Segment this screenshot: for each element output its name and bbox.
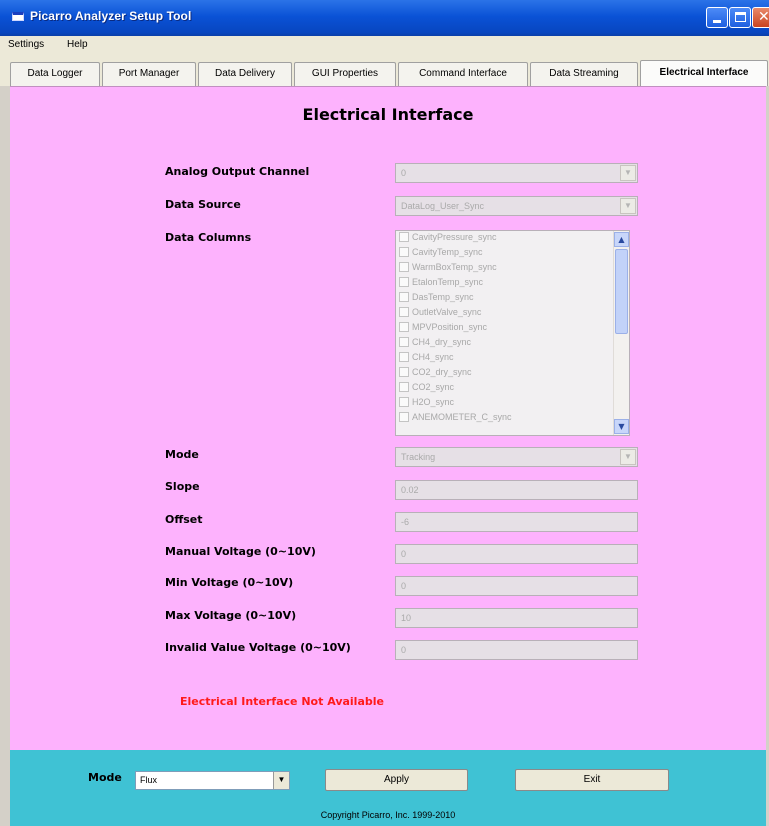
tab-command-interface[interactable]: Command Interface (398, 62, 528, 86)
list-item[interactable]: EtalonTemp_sync (399, 277, 483, 291)
chevron-up-icon: ▲ (618, 235, 625, 244)
not-available-warning: Electrical Interface Not Available (180, 695, 384, 708)
checkbox[interactable] (399, 277, 409, 287)
electrical-interface-panel: Electrical Interface Analog Output Chann… (10, 86, 766, 750)
invalid-voltage-label: Invalid Value Voltage (0~10V) (165, 641, 351, 654)
offset-field[interactable]: -6 (395, 512, 638, 532)
list-item[interactable]: ANEMOMETER_C_sync (399, 412, 512, 426)
data-source-value: DataLog_User_Sync (401, 201, 485, 211)
menu-help[interactable]: Help (67, 39, 88, 50)
offset-label: Offset (165, 513, 203, 526)
close-icon: ✕ (758, 9, 769, 25)
manual-voltage-field[interactable]: 0 (395, 544, 638, 564)
maximize-button[interactable] (729, 7, 751, 28)
tab-data-logger[interactable]: Data Logger (10, 62, 100, 86)
scrollbar[interactable]: ▲ ▼ (613, 231, 629, 435)
checkbox[interactable] (399, 367, 409, 377)
close-button[interactable]: ✕ (752, 7, 769, 28)
menu-settings[interactable]: Settings (8, 39, 44, 50)
invalid-voltage-field[interactable]: 0 (395, 640, 638, 660)
scroll-up-button[interactable]: ▲ (614, 232, 629, 247)
scroll-thumb[interactable] (615, 249, 628, 334)
tab-port-manager[interactable]: Port Manager (102, 62, 196, 86)
analog-output-channel-value: 0 (401, 168, 407, 178)
list-item[interactable]: CH4_sync (399, 352, 454, 366)
window-title: Picarro Analyzer Setup Tool (30, 9, 192, 23)
minimize-button[interactable] (706, 7, 728, 28)
chevron-down-icon: ▼ (620, 449, 636, 465)
list-item[interactable]: WarmBoxTemp_sync (399, 262, 497, 276)
maximize-icon (735, 12, 746, 22)
exit-button[interactable]: Exit (515, 769, 669, 791)
chevron-down-icon: ▼ (273, 772, 289, 789)
checkbox[interactable] (399, 412, 409, 422)
data-columns-list[interactable]: CavityPressure_sync CavityTemp_sync Warm… (395, 230, 630, 436)
checkbox[interactable] (399, 337, 409, 347)
list-item[interactable]: MPVPosition_sync (399, 322, 487, 336)
mode-select[interactable]: Tracking ▼ (395, 447, 638, 467)
list-item[interactable]: CavityTemp_sync (399, 247, 483, 261)
mode-dropdown[interactable]: Flux ▼ (135, 771, 290, 790)
list-item[interactable]: DasTemp_sync (399, 292, 474, 306)
title-bar[interactable]: Picarro Analyzer Setup Tool ✕ (0, 0, 769, 36)
tab-gui-properties[interactable]: GUI Properties (294, 62, 396, 86)
checkbox[interactable] (399, 232, 409, 242)
checkbox[interactable] (399, 292, 409, 302)
tab-data-streaming[interactable]: Data Streaming (530, 62, 638, 86)
tab-electrical-interface[interactable]: Electrical Interface (640, 60, 768, 86)
data-source-select[interactable]: DataLog_User_Sync ▼ (395, 196, 638, 216)
mode-label: Mode (165, 448, 199, 461)
apply-button[interactable]: Apply (325, 769, 468, 791)
list-item[interactable]: CH4_dry_sync (399, 337, 471, 351)
checkbox[interactable] (399, 352, 409, 362)
checkbox[interactable] (399, 307, 409, 317)
app-icon (12, 12, 24, 21)
tab-data-delivery[interactable]: Data Delivery (198, 62, 292, 86)
bottom-bar: Mode Flux ▼ Apply Exit Copyright Picarro… (10, 750, 766, 826)
list-item[interactable]: OutletValve_sync (399, 307, 481, 321)
manual-voltage-label: Manual Voltage (0~10V) (165, 545, 316, 558)
list-item[interactable]: CO2_sync (399, 382, 454, 396)
list-item[interactable]: CavityPressure_sync (399, 232, 497, 246)
tab-bar: Data Logger Port Manager Data Delivery G… (0, 56, 769, 86)
menu-bar: Settings Help (0, 36, 769, 56)
analog-output-channel-select[interactable]: 0 ▼ (395, 163, 638, 183)
checkbox[interactable] (399, 382, 409, 392)
data-columns-label: Data Columns (165, 231, 252, 244)
copyright-text: Copyright Picarro, Inc. 1999-2010 (320, 810, 456, 820)
list-item[interactable]: H2O_sync (399, 397, 454, 411)
checkbox[interactable] (399, 322, 409, 332)
analog-output-channel-label: Analog Output Channel (165, 165, 310, 178)
minimize-icon (713, 20, 721, 23)
mode-value: Tracking (401, 452, 436, 462)
app-window: Picarro Analyzer Setup Tool ✕ Settings H… (0, 0, 769, 826)
chevron-down-icon: ▼ (620, 198, 636, 214)
max-voltage-field[interactable]: 10 (395, 608, 638, 628)
scroll-down-button[interactable]: ▼ (614, 419, 629, 434)
bottom-mode-label: Mode (88, 771, 122, 784)
chevron-down-icon: ▼ (620, 165, 636, 181)
slope-field[interactable]: 0.02 (395, 480, 638, 500)
checkbox[interactable] (399, 262, 409, 272)
mode-dropdown-value: Flux (140, 775, 158, 785)
panel-title: Electrical Interface (302, 105, 474, 124)
checkbox[interactable] (399, 247, 409, 257)
chevron-down-icon: ▼ (618, 422, 625, 431)
slope-label: Slope (165, 480, 200, 493)
data-source-label: Data Source (165, 198, 241, 211)
checkbox[interactable] (399, 397, 409, 407)
list-item[interactable]: CO2_dry_sync (399, 367, 472, 381)
max-voltage-label: Max Voltage (0~10V) (165, 609, 297, 622)
min-voltage-field[interactable]: 0 (395, 576, 638, 596)
min-voltage-label: Min Voltage (0~10V) (165, 576, 294, 589)
